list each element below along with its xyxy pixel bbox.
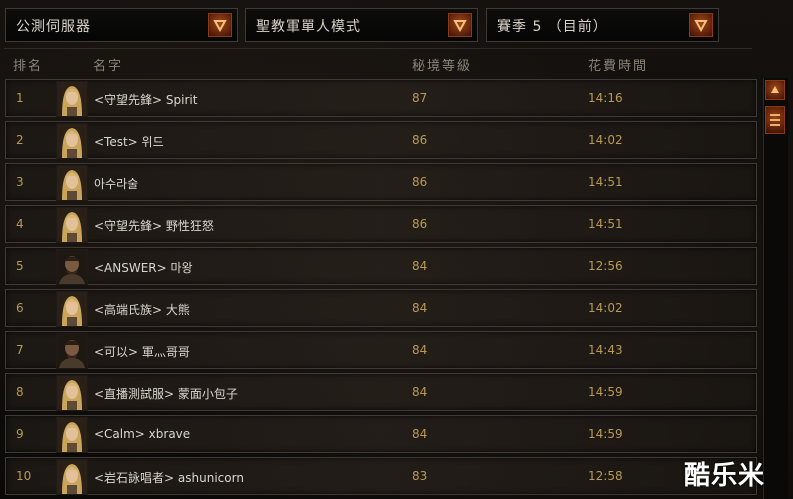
rift-level-cell: 86 xyxy=(412,175,428,189)
chevron-down-icon[interactable] xyxy=(689,13,713,37)
female-crusader-portrait-icon[interactable] xyxy=(56,417,88,453)
time-cell: 14:02 xyxy=(588,301,623,315)
scrollbar-track[interactable] xyxy=(763,78,788,499)
time-cell: 14:02 xyxy=(588,133,623,147)
rift-level-cell: 84 xyxy=(412,259,428,273)
rift-level-cell: 84 xyxy=(412,385,428,399)
mode-dropdown-label: 聖教軍單人模式 xyxy=(256,19,361,35)
male-crusader-portrait-icon[interactable] xyxy=(56,333,88,369)
column-header-rank[interactable]: 排名 xyxy=(13,55,43,74)
mode-dropdown[interactable]: 聖教軍單人模式 xyxy=(245,8,478,42)
time-cell: 14:59 xyxy=(588,385,623,399)
rank-cell: 8 xyxy=(16,385,24,399)
female-crusader-portrait-icon[interactable] xyxy=(56,165,88,201)
female-crusader-portrait-icon[interactable] xyxy=(56,459,88,495)
rift-level-cell: 84 xyxy=(412,343,428,357)
season-dropdown-label: 賽季 5 （目前） xyxy=(497,19,608,35)
table-row[interactable]: 1 <守望先鋒> Spirit 87 14:16 xyxy=(5,79,757,117)
table-row[interactable]: 4 <守望先鋒> 野性狂怒 86 14:51 xyxy=(5,205,757,243)
rank-cell: 1 xyxy=(16,91,24,105)
rift-level-cell: 87 xyxy=(412,91,428,105)
player-name-cell[interactable]: 아수라술 xyxy=(94,175,138,192)
rank-cell: 5 xyxy=(16,259,24,273)
rift-level-cell: 84 xyxy=(412,301,428,315)
rift-level-cell: 86 xyxy=(412,133,428,147)
table-row[interactable]: 9 <Calm> xbrave 84 14:59 xyxy=(5,415,757,453)
player-name-cell[interactable]: <Test> 위드 xyxy=(94,133,164,150)
column-header-time[interactable]: 花費時間 xyxy=(588,55,648,74)
rank-cell: 10 xyxy=(16,469,32,483)
rank-cell: 2 xyxy=(16,133,24,147)
rift-level-cell: 86 xyxy=(412,217,428,231)
player-name-cell[interactable]: <守望先鋒> 野性狂怒 xyxy=(94,217,214,234)
column-header-name[interactable]: 名字 xyxy=(93,55,123,74)
player-name-cell[interactable]: <Calm> xbrave xyxy=(94,427,190,441)
table-row[interactable]: 2 <Test> 위드 86 14:02 xyxy=(5,121,757,159)
season-dropdown[interactable]: 賽季 5 （目前） xyxy=(486,8,719,42)
rift-level-cell: 83 xyxy=(412,469,428,483)
player-name-cell[interactable]: <可以> 軍灬哥哥 xyxy=(94,343,190,360)
female-crusader-portrait-icon[interactable] xyxy=(56,291,88,327)
time-cell: 14:51 xyxy=(588,217,623,231)
time-cell: 14:59 xyxy=(588,427,623,441)
table-row[interactable]: 5 <ANSWER> 마왕 84 12:56 xyxy=(5,247,757,285)
table-row[interactable]: 3 아수라술 86 14:51 xyxy=(5,163,757,201)
time-cell: 14:51 xyxy=(588,175,623,189)
rank-cell: 6 xyxy=(16,301,24,315)
player-name-cell[interactable]: <岩石詠唱者> ashunicorn xyxy=(94,469,244,486)
player-name-cell[interactable]: <高端氏族> 大熊 xyxy=(94,301,190,318)
arrow-up-icon xyxy=(771,86,779,93)
table-row[interactable]: 8 <直播測試服> 蒙面小包子 84 14:59 xyxy=(5,373,757,411)
player-name-cell[interactable]: <守望先鋒> Spirit xyxy=(94,91,197,108)
table-row[interactable]: 7 <可以> 軍灬哥哥 84 14:43 xyxy=(5,331,757,369)
female-crusader-portrait-icon[interactable] xyxy=(56,81,88,117)
player-name-cell[interactable]: <ANSWER> 마왕 xyxy=(94,259,193,276)
player-name-cell[interactable]: <直播測試服> 蒙面小包子 xyxy=(94,385,238,402)
chevron-down-icon[interactable] xyxy=(448,13,472,37)
chevron-down-icon[interactable] xyxy=(208,13,232,37)
female-crusader-portrait-icon[interactable] xyxy=(56,375,88,411)
scrollbar-thumb[interactable] xyxy=(765,106,785,134)
rank-cell: 7 xyxy=(16,343,24,357)
female-crusader-portrait-icon[interactable] xyxy=(56,207,88,243)
watermark-text: 酷乐米 xyxy=(684,461,766,491)
rank-cell: 9 xyxy=(16,427,24,441)
table-row[interactable]: 10 <岩石詠唱者> ashunicorn 83 12:58 xyxy=(5,457,757,495)
time-cell: 14:43 xyxy=(588,343,623,357)
time-cell: 12:56 xyxy=(588,259,623,273)
male-crusader-portrait-icon[interactable] xyxy=(56,249,88,285)
time-cell: 12:58 xyxy=(588,469,623,483)
server-dropdown-label: 公測伺服器 xyxy=(16,19,91,35)
scroll-up-button[interactable] xyxy=(765,80,785,100)
rift-level-cell: 84 xyxy=(412,427,428,441)
time-cell: 14:16 xyxy=(588,91,623,105)
rank-cell: 3 xyxy=(16,175,24,189)
female-crusader-portrait-icon[interactable] xyxy=(56,123,88,159)
header-divider xyxy=(4,48,752,49)
table-row[interactable]: 6 <高端氏族> 大熊 84 14:02 xyxy=(5,289,757,327)
server-dropdown[interactable]: 公測伺服器 xyxy=(5,8,238,42)
rank-cell: 4 xyxy=(16,217,24,231)
column-header-rift-level[interactable]: 秘境等級 xyxy=(412,55,472,74)
